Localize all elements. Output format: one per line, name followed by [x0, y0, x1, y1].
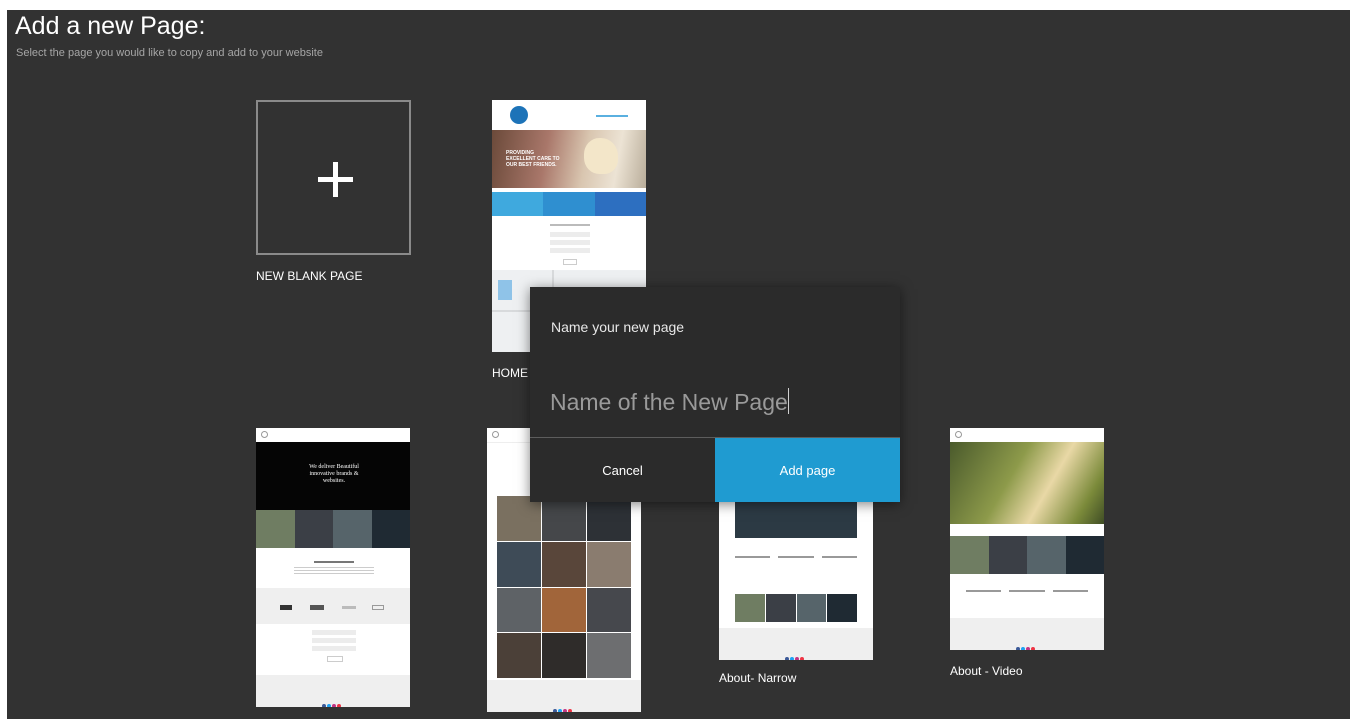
dark-gallery-thumbnail[interactable]: We deliver Beautiful innovative brands &…	[256, 428, 410, 707]
footer-band	[719, 628, 873, 660]
logos-band	[256, 588, 410, 624]
page-subtitle: Select the page you would like to copy a…	[16, 47, 323, 59]
photo-grid	[497, 496, 631, 678]
about-video-template-card[interactable]: About - Video	[950, 428, 1110, 683]
footer-band	[487, 680, 641, 712]
blank-page-box[interactable]	[256, 100, 411, 255]
text-lines	[294, 561, 374, 574]
photo-strip	[735, 594, 857, 622]
thumb-nav	[256, 428, 410, 443]
dark-hero: We deliver Beautiful innovative brands &…	[256, 442, 410, 510]
home-label: HOME	[492, 366, 528, 380]
photo-strip	[256, 510, 410, 548]
video-hero	[950, 442, 1104, 524]
logo-icon	[510, 106, 528, 124]
plus-icon	[318, 162, 353, 197]
photo-strip	[950, 536, 1104, 574]
home-thumb-nav	[492, 100, 646, 130]
contact-form-placeholder	[550, 224, 590, 269]
new-blank-page-label: NEW BLANK PAGE	[256, 269, 363, 283]
add-page-button[interactable]: Add page	[715, 438, 900, 502]
text-caret	[788, 388, 789, 414]
about-video-thumbnail[interactable]	[950, 428, 1104, 650]
add-page-screen: Add a new Page: Select the page you woul…	[7, 10, 1350, 719]
dog-hero-image: PROVIDING EXCELLENT CARE TO OUR BEST FRI…	[492, 130, 646, 188]
three-columns	[966, 590, 1088, 606]
thumb-nav	[950, 428, 1104, 443]
feature-columns	[492, 192, 646, 216]
footer-band	[256, 675, 410, 707]
hero-photo	[735, 502, 857, 538]
nav-link-placeholder	[596, 115, 628, 117]
home-hero-text: PROVIDING EXCELLENT CARE TO OUR BEST FRI…	[506, 150, 560, 168]
footer-band	[950, 618, 1104, 650]
dark-gallery-template-card[interactable]: We deliver Beautiful innovative brands &…	[256, 428, 411, 708]
dark-hero-text: We deliver Beautiful innovative brands &…	[309, 464, 359, 484]
page-title: Add a new Page:	[15, 12, 206, 40]
about-video-label: About - Video	[950, 664, 1023, 678]
page-name-input[interactable]	[548, 383, 882, 421]
form-lines	[312, 630, 356, 662]
dialog-title: Name your new page	[551, 319, 685, 335]
about-narrow-label: About- Narrow	[719, 671, 797, 685]
name-page-dialog: Name your new page Cancel Add page	[530, 287, 900, 502]
cancel-button[interactable]: Cancel	[530, 438, 715, 502]
new-blank-page-card[interactable]: NEW BLANK PAGE	[256, 100, 416, 290]
three-columns	[735, 556, 857, 576]
